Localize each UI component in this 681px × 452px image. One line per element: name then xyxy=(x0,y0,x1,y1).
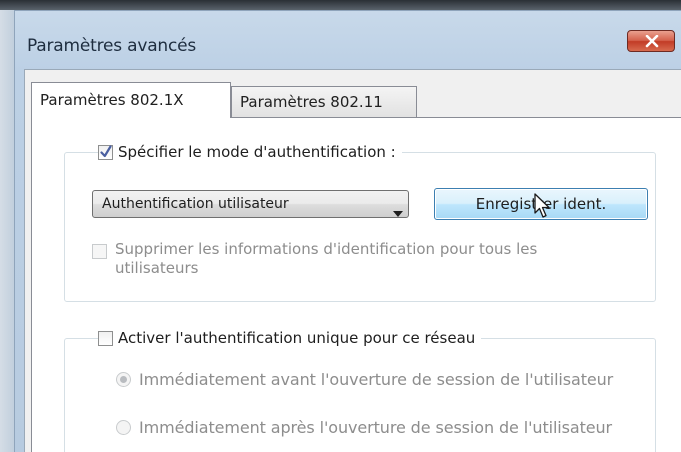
advanced-settings-window: Paramètres avancés Paramètres 802.1X Par… xyxy=(14,10,681,452)
checkbox-box[interactable] xyxy=(92,244,107,259)
tab-label: Paramètres 802.1X xyxy=(40,91,184,109)
title-bar: Paramètres avancés xyxy=(15,11,681,69)
close-button[interactable] xyxy=(627,30,675,52)
radio-after-logon[interactable]: Immédiatement après l'ouverture de sessi… xyxy=(116,418,612,437)
specify-auth-mode-checkbox[interactable]: Spécifier le mode d'authentification : xyxy=(98,143,402,161)
tab-8021x-settings[interactable]: Paramètres 802.1X xyxy=(31,82,231,118)
radio-before-logon[interactable]: Immédiatement avant l'ouverture de sessi… xyxy=(116,370,613,389)
background-strip xyxy=(0,0,681,10)
auth-mode-group xyxy=(64,152,656,302)
checkbox-box[interactable] xyxy=(98,330,113,346)
radio-button[interactable] xyxy=(116,420,131,435)
radio-after-logon-label: Immédiatement après l'ouverture de sessi… xyxy=(139,418,613,437)
auth-mode-selected-value: Authentification utilisateur xyxy=(102,196,289,212)
delete-credentials-checkbox[interactable]: Supprimer les informations d'identificat… xyxy=(92,240,615,278)
specify-auth-mode-label: Spécifier le mode d'authentification : xyxy=(118,143,396,161)
enable-sso-checkbox[interactable]: Activer l'authentification unique pour c… xyxy=(98,329,482,347)
tab-panel-8021x: Spécifier le mode d'authentification : A… xyxy=(31,117,681,452)
dialog-client-area: Paramètres 802.1X Paramètres 802.11 Spéc… xyxy=(24,69,681,452)
radio-button[interactable] xyxy=(116,372,131,387)
auth-mode-dropdown[interactable]: Authentification utilisateur xyxy=(92,190,409,218)
background-edge xyxy=(0,10,14,452)
mouse-cursor-icon xyxy=(534,193,552,223)
tab-label: Paramètres 802.11 xyxy=(240,93,383,111)
tab-80211-settings[interactable]: Paramètres 802.11 xyxy=(231,86,417,118)
window-title: Paramètres avancés xyxy=(27,36,197,56)
delete-credentials-label: Supprimer les informations d'identificat… xyxy=(115,240,538,277)
dropdown-arrow-icon xyxy=(393,202,403,221)
enable-sso-label: Activer l'authentification unique pour c… xyxy=(118,329,476,347)
radio-before-logon-label: Immédiatement avant l'ouverture de sessi… xyxy=(139,370,614,389)
checkbox-box[interactable] xyxy=(98,144,113,160)
